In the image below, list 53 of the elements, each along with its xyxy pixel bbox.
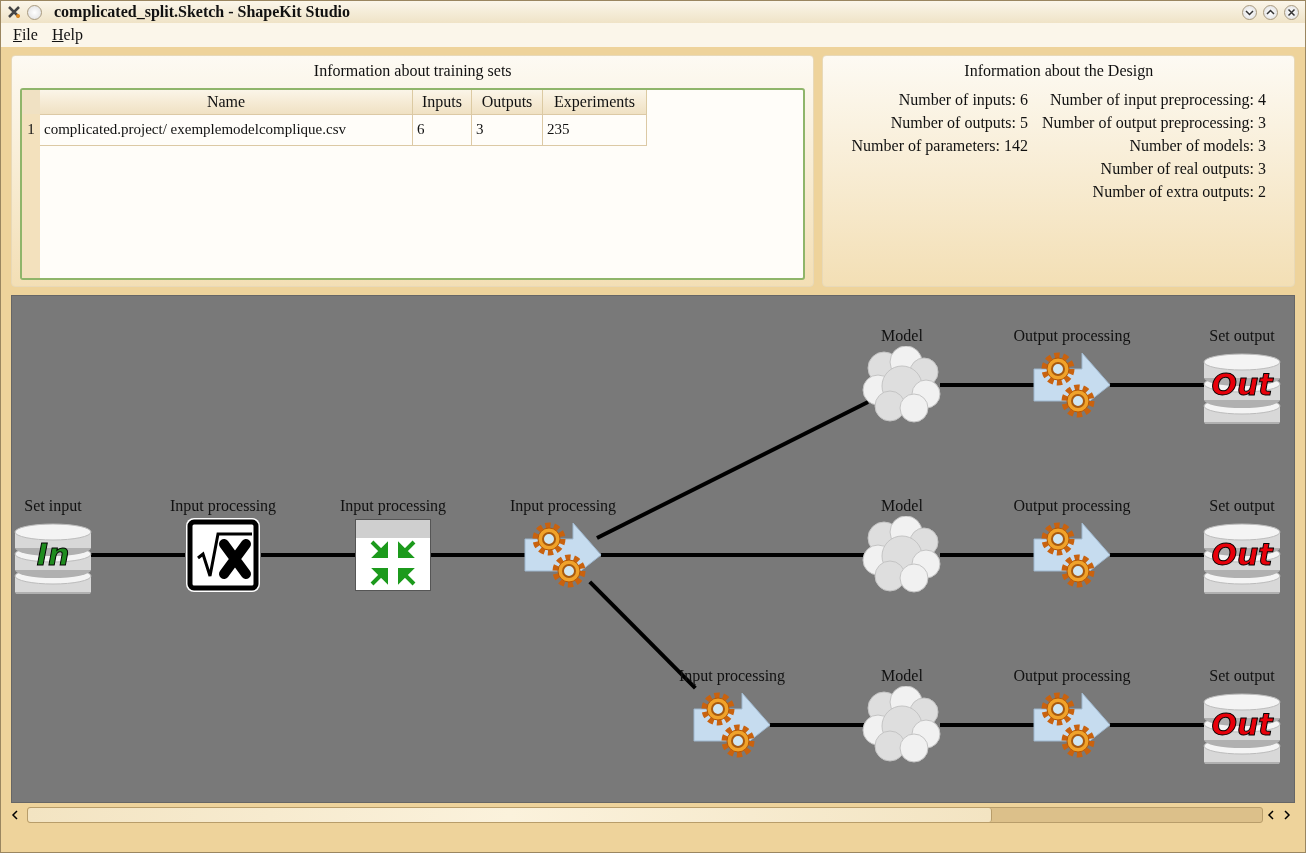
- node-label: Input processing: [509, 497, 617, 515]
- scrollbar-track[interactable]: [27, 807, 1263, 823]
- column-header[interactable]: Experiments: [543, 90, 647, 114]
- menu-item[interactable]: File: [13, 26, 38, 44]
- cloud-icon: [862, 686, 942, 764]
- square-root-icon: [184, 516, 262, 594]
- node-label: Input processing: [339, 497, 447, 515]
- close-button[interactable]: [1284, 4, 1299, 20]
- database-label: Out: [1210, 707, 1275, 742]
- node-label: Set output: [1209, 327, 1275, 345]
- caret-down-icon: [1245, 7, 1254, 17]
- minimize-button[interactable]: [1242, 4, 1257, 20]
- column-header[interactable]: Outputs: [472, 90, 543, 114]
- menu-item[interactable]: Help: [51, 26, 83, 44]
- database-label: Out: [1210, 367, 1275, 402]
- table-cell: complicated.project/ exemplemodelcomplique.csv: [40, 114, 413, 146]
- column-header[interactable]: Name: [40, 90, 413, 114]
- design-stat: Number of output preprocessing: 3: [1041, 113, 1266, 134]
- cloud-icon: [862, 516, 942, 594]
- maximize-button[interactable]: [1263, 4, 1278, 20]
- node-label: Input processing: [169, 497, 277, 515]
- panel-title: Information about training sets: [312, 61, 513, 82]
- app-logo-icon: [7, 5, 21, 19]
- node-label: Output processing: [1013, 667, 1131, 685]
- node-label: Set output: [1209, 667, 1275, 685]
- window-arrows-icon: [355, 519, 431, 591]
- node-label: Model: [881, 497, 923, 515]
- caret-up-icon: [1266, 7, 1275, 17]
- row-number: 1: [26, 120, 36, 139]
- design-stat: Number of models: 3: [1129, 136, 1266, 156]
- cloud-icon: [862, 346, 942, 424]
- database-label: Out: [1210, 537, 1275, 572]
- window-title: complicated_split.Sketch - ShapeKit Studio: [54, 3, 352, 21]
- table-cell: 235: [543, 114, 647, 146]
- close-icon: [1287, 7, 1296, 17]
- design-stat: Number of real outputs: 3: [1100, 159, 1266, 180]
- column-header[interactable]: Inputs: [413, 90, 472, 114]
- node-label: Output processing: [1013, 497, 1131, 515]
- design-stat: Number of outputs: 5: [890, 113, 1028, 134]
- design-stat: Number of inputs: 6: [898, 90, 1028, 111]
- node-label: Set output: [1209, 497, 1275, 515]
- database-label: In: [35, 537, 71, 572]
- design-stat: Number of parameters: 142: [851, 136, 1028, 157]
- design-stat: Number of input preprocessing: 4: [1049, 90, 1266, 111]
- node-label: Output processing: [1013, 327, 1131, 345]
- table-cell: 3: [472, 114, 543, 146]
- node-label: Model: [881, 667, 923, 685]
- node-label: Model: [881, 327, 923, 345]
- scrollbar-thumb[interactable]: [28, 808, 992, 822]
- node-label: Set input: [24, 497, 82, 515]
- panel-title: Information about the Design: [963, 61, 1155, 82]
- table-cell: 6: [413, 114, 472, 146]
- design-stat: Number of extra outputs: 2: [1092, 182, 1266, 203]
